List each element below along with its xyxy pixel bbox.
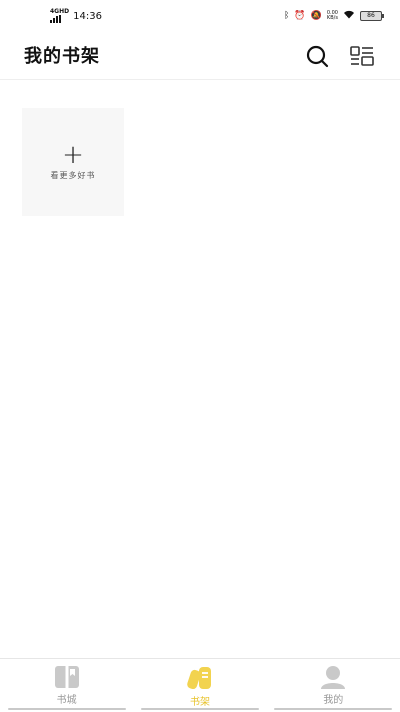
- nav-item-profile[interactable]: 我的: [267, 659, 400, 712]
- network-hd: HD: [59, 8, 70, 15]
- battery-level: 86: [367, 12, 375, 19]
- signal-icon: [50, 15, 69, 23]
- list-layout-icon: [350, 46, 374, 66]
- nav-label-bookstore: 书城: [56, 695, 77, 706]
- nav-underline: [274, 708, 393, 710]
- layout-toggle-button[interactable]: [348, 42, 376, 70]
- nav-label-bookshelf: 书架: [189, 697, 210, 708]
- status-time: 14:36: [73, 10, 102, 22]
- alarm-icon: ⏰: [294, 11, 306, 21]
- bookshelf-icon: [187, 667, 211, 690]
- profile-icon: [321, 666, 346, 689]
- search-button[interactable]: [303, 42, 331, 70]
- status-right: ᛒ ⏰ 🔕 0.00 KB/s 86: [284, 10, 384, 22]
- nav-item-bookshelf[interactable]: 书架: [133, 659, 266, 712]
- add-book-card[interactable]: + 看更多好书: [22, 108, 124, 216]
- network-indicator: 4GHD: [50, 9, 69, 23]
- mute-icon: 🔕: [310, 11, 322, 21]
- status-left: 4GHD 14:36: [50, 9, 102, 23]
- page-title: 我的书架: [24, 46, 100, 67]
- network-speed: 0.00 KB/s: [327, 11, 338, 21]
- search-icon: [306, 45, 329, 68]
- battery-icon: 86: [360, 11, 384, 21]
- nav-item-bookstore[interactable]: 书城: [0, 659, 133, 712]
- bluetooth-icon: ᛒ: [284, 11, 290, 21]
- bookstore-icon: [54, 666, 79, 688]
- nav-underline: [7, 708, 126, 710]
- bottom-nav: 书城 书架 我的: [0, 658, 400, 712]
- wifi-icon: [343, 10, 355, 22]
- status-bar: 4GHD 14:36 ᛒ ⏰ 🔕 0.00 KB/s 86: [0, 0, 400, 32]
- nav-label-profile: 我的: [323, 695, 344, 706]
- speed-unit: KB/s: [326, 15, 338, 21]
- add-book-label: 看更多好书: [50, 170, 96, 180]
- plus-icon: +: [62, 139, 84, 170]
- network-type: 4G: [50, 8, 60, 15]
- app-header: 我的书架: [0, 32, 400, 80]
- nav-underline: [140, 708, 259, 710]
